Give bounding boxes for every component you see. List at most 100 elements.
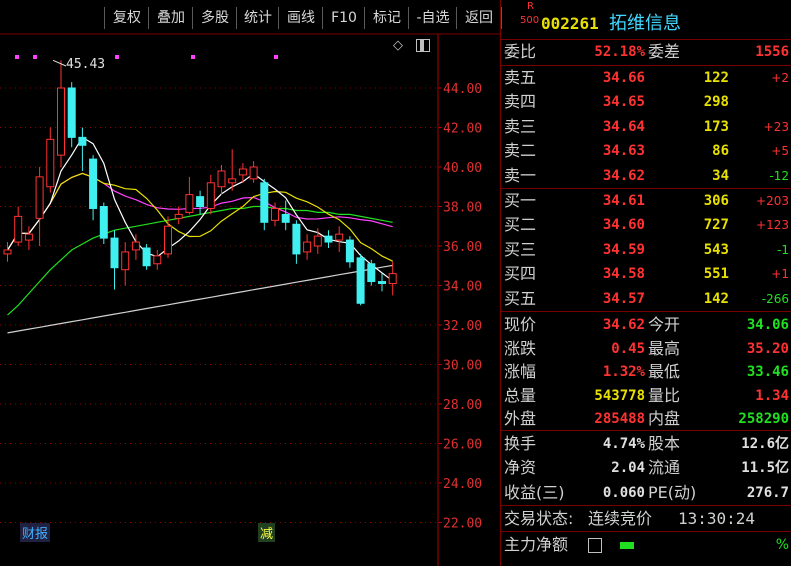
candle[interactable] [142, 244, 151, 270]
candle[interactable] [292, 220, 301, 264]
candle[interactable] [303, 234, 312, 260]
y-tick-label: 30.00 [443, 359, 482, 374]
candle[interactable] [89, 155, 98, 221]
ask-label: 卖四 [504, 92, 537, 112]
statistics-button[interactable]: 统计 [236, 7, 279, 29]
candle[interactable] [67, 82, 76, 148]
restore-rights-button[interactable]: 复权 [104, 7, 149, 29]
candle[interactable] [35, 167, 44, 246]
ask-price: 34.66 [602, 70, 645, 86]
candle-body [217, 170, 226, 188]
quote-label: 外盘 [504, 409, 537, 429]
candle[interactable] [57, 60, 65, 167]
quote-row: 现价 34.62 今开 34.06 [500, 313, 791, 337]
candle[interactable] [260, 178, 269, 231]
ask-label: 卖二 [504, 141, 537, 161]
y-tick-label: 32.00 [443, 319, 482, 334]
candle[interactable] [356, 253, 365, 306]
reduce-holding-tag[interactable]: 减 [258, 523, 276, 542]
main-force-row: 主力净额 % [500, 533, 791, 557]
panel-toggle-icon[interactable] [416, 39, 430, 52]
y-tick-label: 36.00 [443, 240, 482, 255]
candle[interactable] [14, 206, 23, 247]
bid-label: 买一 [504, 191, 537, 210]
bid-price: 34.59 [602, 241, 645, 258]
ask-change: +2 [771, 71, 789, 85]
candle-body [335, 233, 344, 241]
quote-value: 1.32% [602, 364, 645, 381]
ask-row: 卖五 34.66 122 +2 [500, 66, 791, 90]
candle[interactable] [110, 230, 119, 290]
quote-value: 285488 [594, 411, 645, 428]
candle[interactable] [388, 261, 397, 296]
candle[interactable] [78, 127, 87, 171]
mark-button[interactable]: 标记 [364, 7, 409, 29]
candle[interactable] [196, 190, 205, 215]
fund-value-2: 12.6亿 [741, 436, 789, 452]
f10-button[interactable]: F10 [322, 7, 365, 29]
quote-value: 0.45 [611, 340, 645, 357]
fund-value-2: 276.7 [746, 484, 789, 501]
candle-body [196, 196, 205, 207]
chart-toolbar: 复权 叠加 多股 统计 画线 F10 标记 -自选 返回 [0, 0, 502, 34]
bid-label: 买五 [504, 288, 537, 308]
candle-body [3, 249, 12, 255]
marker-dot [274, 55, 278, 59]
bid-change: -1 [777, 242, 789, 257]
candle-body [313, 235, 322, 247]
candle[interactable] [206, 174, 215, 215]
candle[interactable] [345, 236, 354, 268]
quote-value-2: 258290 [738, 411, 789, 428]
trade-status-row: 交易状态: 连续竞价 13:30:24 [500, 507, 791, 531]
multi-stock-button[interactable]: 多股 [192, 7, 237, 29]
candle[interactable] [249, 161, 258, 183]
kline-chart[interactable]: 44.00 42.00 40.00 38.00 36.00 34.00 32.00 30.00… [0, 0, 500, 566]
candle-body [142, 247, 151, 267]
list-icon[interactable] [588, 538, 602, 553]
bid-row: 买一 34.61 306 +203 [500, 189, 791, 213]
candle[interactable] [367, 259, 376, 286]
marker-dot [33, 55, 37, 59]
bid-volume: 543 [703, 241, 729, 258]
candle[interactable] [378, 273, 386, 292]
bid-row: 买四 34.58 551 +1 [500, 262, 791, 286]
draw-line-button[interactable]: 画线 [278, 7, 323, 29]
candle[interactable] [164, 216, 172, 258]
candle[interactable] [335, 226, 344, 252]
candle-body [260, 182, 269, 223]
candle-body [281, 213, 290, 223]
candle-body [249, 166, 258, 180]
stock-name: 拓维信息 [609, 13, 681, 34]
quote-label-2: 最高 [648, 338, 681, 358]
main-force-bar [620, 542, 634, 549]
candle[interactable] [228, 149, 237, 191]
index-badge: 500 [520, 15, 540, 26]
overlay-button[interactable]: 叠加 [148, 7, 193, 29]
kline-chart-panel[interactable]: 44.00 42.00 40.00 38.00 36.00 34.00 32.00 30.00… [0, 0, 502, 566]
quote-value-2: 33.46 [746, 364, 789, 381]
candle[interactable] [121, 242, 130, 286]
back-button[interactable]: 返回 [456, 7, 502, 29]
candle[interactable] [281, 200, 290, 231]
ask-row: 卖三 34.64 173 +23 [500, 115, 791, 139]
weibi-label: 委比 [504, 42, 537, 61]
candle[interactable] [185, 176, 194, 215]
candle-body [78, 136, 87, 146]
candle[interactable] [324, 230, 333, 248]
candle[interactable] [99, 202, 108, 245]
candle[interactable] [153, 249, 162, 270]
y-tick-label: 42.00 [443, 122, 482, 137]
remove-watchlist-button[interactable]: -自选 [408, 7, 457, 29]
candle[interactable] [217, 165, 226, 195]
candle[interactable] [46, 127, 55, 193]
candle[interactable] [3, 242, 12, 262]
weibi-row: 委比 52.18% 委差 1556 [500, 40, 791, 64]
candle-body [153, 255, 162, 265]
marker-dot [115, 55, 119, 59]
y-tick-label: 34.00 [443, 280, 482, 295]
diamond-icon[interactable]: ◇ [393, 38, 403, 53]
earnings-report-tag[interactable]: 财报 [20, 523, 51, 542]
candle-body [356, 257, 365, 304]
quote-label-2: 内盘 [648, 409, 681, 429]
ask-price: 34.65 [602, 94, 645, 111]
